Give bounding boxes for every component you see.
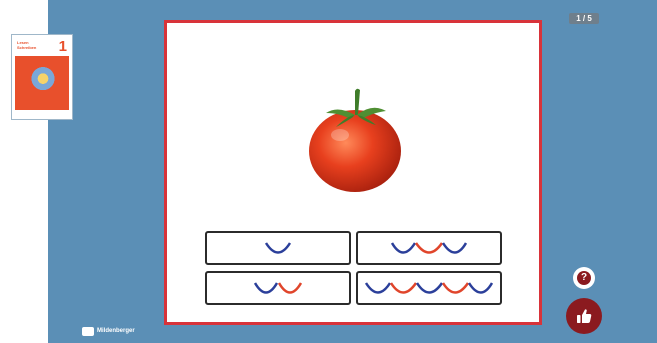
- syllable-option-1[interactable]: [205, 231, 351, 265]
- book-cover-illustration: [29, 66, 57, 94]
- tomato-image: [309, 88, 401, 192]
- publisher-logo: Mildenberger: [82, 325, 135, 337]
- question-icon: ?: [577, 271, 591, 285]
- syllable-option-4[interactable]: [356, 271, 502, 305]
- syllable-arcs-icon: [364, 282, 494, 294]
- book-cover: Lesen Schreiben 1: [15, 38, 69, 116]
- syllable-option-2[interactable]: [356, 231, 502, 265]
- publisher-name: Mildenberger: [97, 328, 135, 334]
- exercise-card: [164, 20, 542, 325]
- book-number: 1: [58, 38, 67, 55]
- publisher-mark-icon: [82, 326, 94, 336]
- syllable-arcs-icon: [253, 282, 303, 294]
- book-cover-thumbnail[interactable]: Lesen Schreiben 1: [11, 34, 73, 120]
- help-button[interactable]: ?: [573, 267, 595, 289]
- page-counter: 1 / 5: [569, 13, 599, 24]
- thumbs-up-button[interactable]: [566, 298, 602, 334]
- thumbs-up-icon: [577, 309, 592, 323]
- book-title-text: Lesen Schreiben: [17, 40, 37, 50]
- syllable-arcs-icon: [264, 242, 292, 254]
- syllable-option-3[interactable]: [205, 271, 351, 305]
- syllable-arcs-icon: [390, 242, 468, 254]
